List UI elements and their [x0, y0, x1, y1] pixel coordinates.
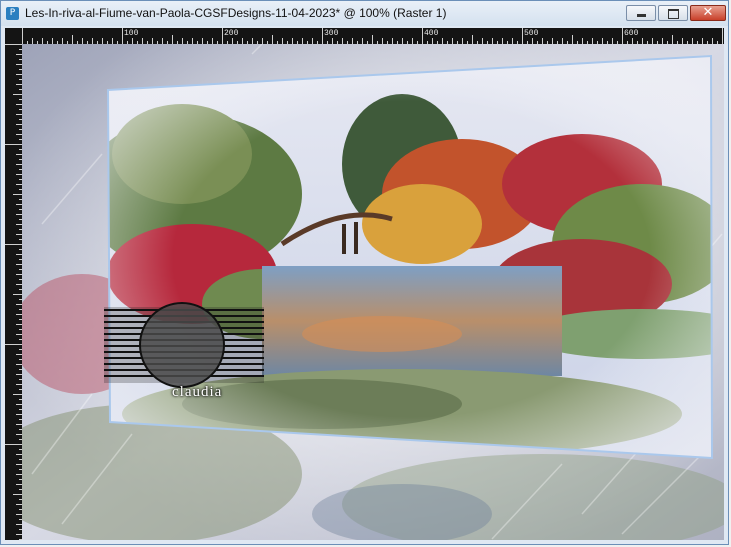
minimize-button[interactable]: [626, 5, 656, 21]
vertical-ruler-ticks: [5, 44, 22, 540]
ruler-label-600: 600: [624, 29, 639, 38]
ruler-label-500: 500: [524, 29, 539, 38]
maximize-icon: [668, 9, 679, 19]
horizontal-ruler[interactable]: 100 200 300 400 500 600: [22, 28, 724, 44]
close-icon: ✕: [702, 5, 714, 20]
window-title: Les-In-riva-al-Fiume-van-Paola-CGSFDesig…: [25, 6, 447, 20]
close-button[interactable]: ✕: [690, 5, 726, 21]
ruler-label-400: 400: [424, 29, 439, 38]
app-icon: P: [6, 7, 19, 20]
image-canvas[interactable]: claudia: [22, 44, 724, 540]
ruler-label-100: 100: [124, 29, 139, 38]
title-bar[interactable]: P Les-In-riva-al-Fiume-van-Paola-CGSFDes…: [1, 1, 728, 26]
ruler-label-300: 300: [324, 29, 339, 38]
watermark-signature: claudia: [172, 384, 223, 400]
artwork-image: [22, 44, 724, 540]
ruler-label-200: 200: [224, 29, 239, 38]
ruler-corner: [5, 28, 22, 44]
vertical-ruler[interactable]: [5, 44, 22, 540]
maximize-button[interactable]: [658, 5, 688, 21]
app-window: P Les-In-riva-al-Fiume-van-Paola-CGSFDes…: [0, 0, 729, 545]
minimize-icon: [637, 14, 646, 17]
